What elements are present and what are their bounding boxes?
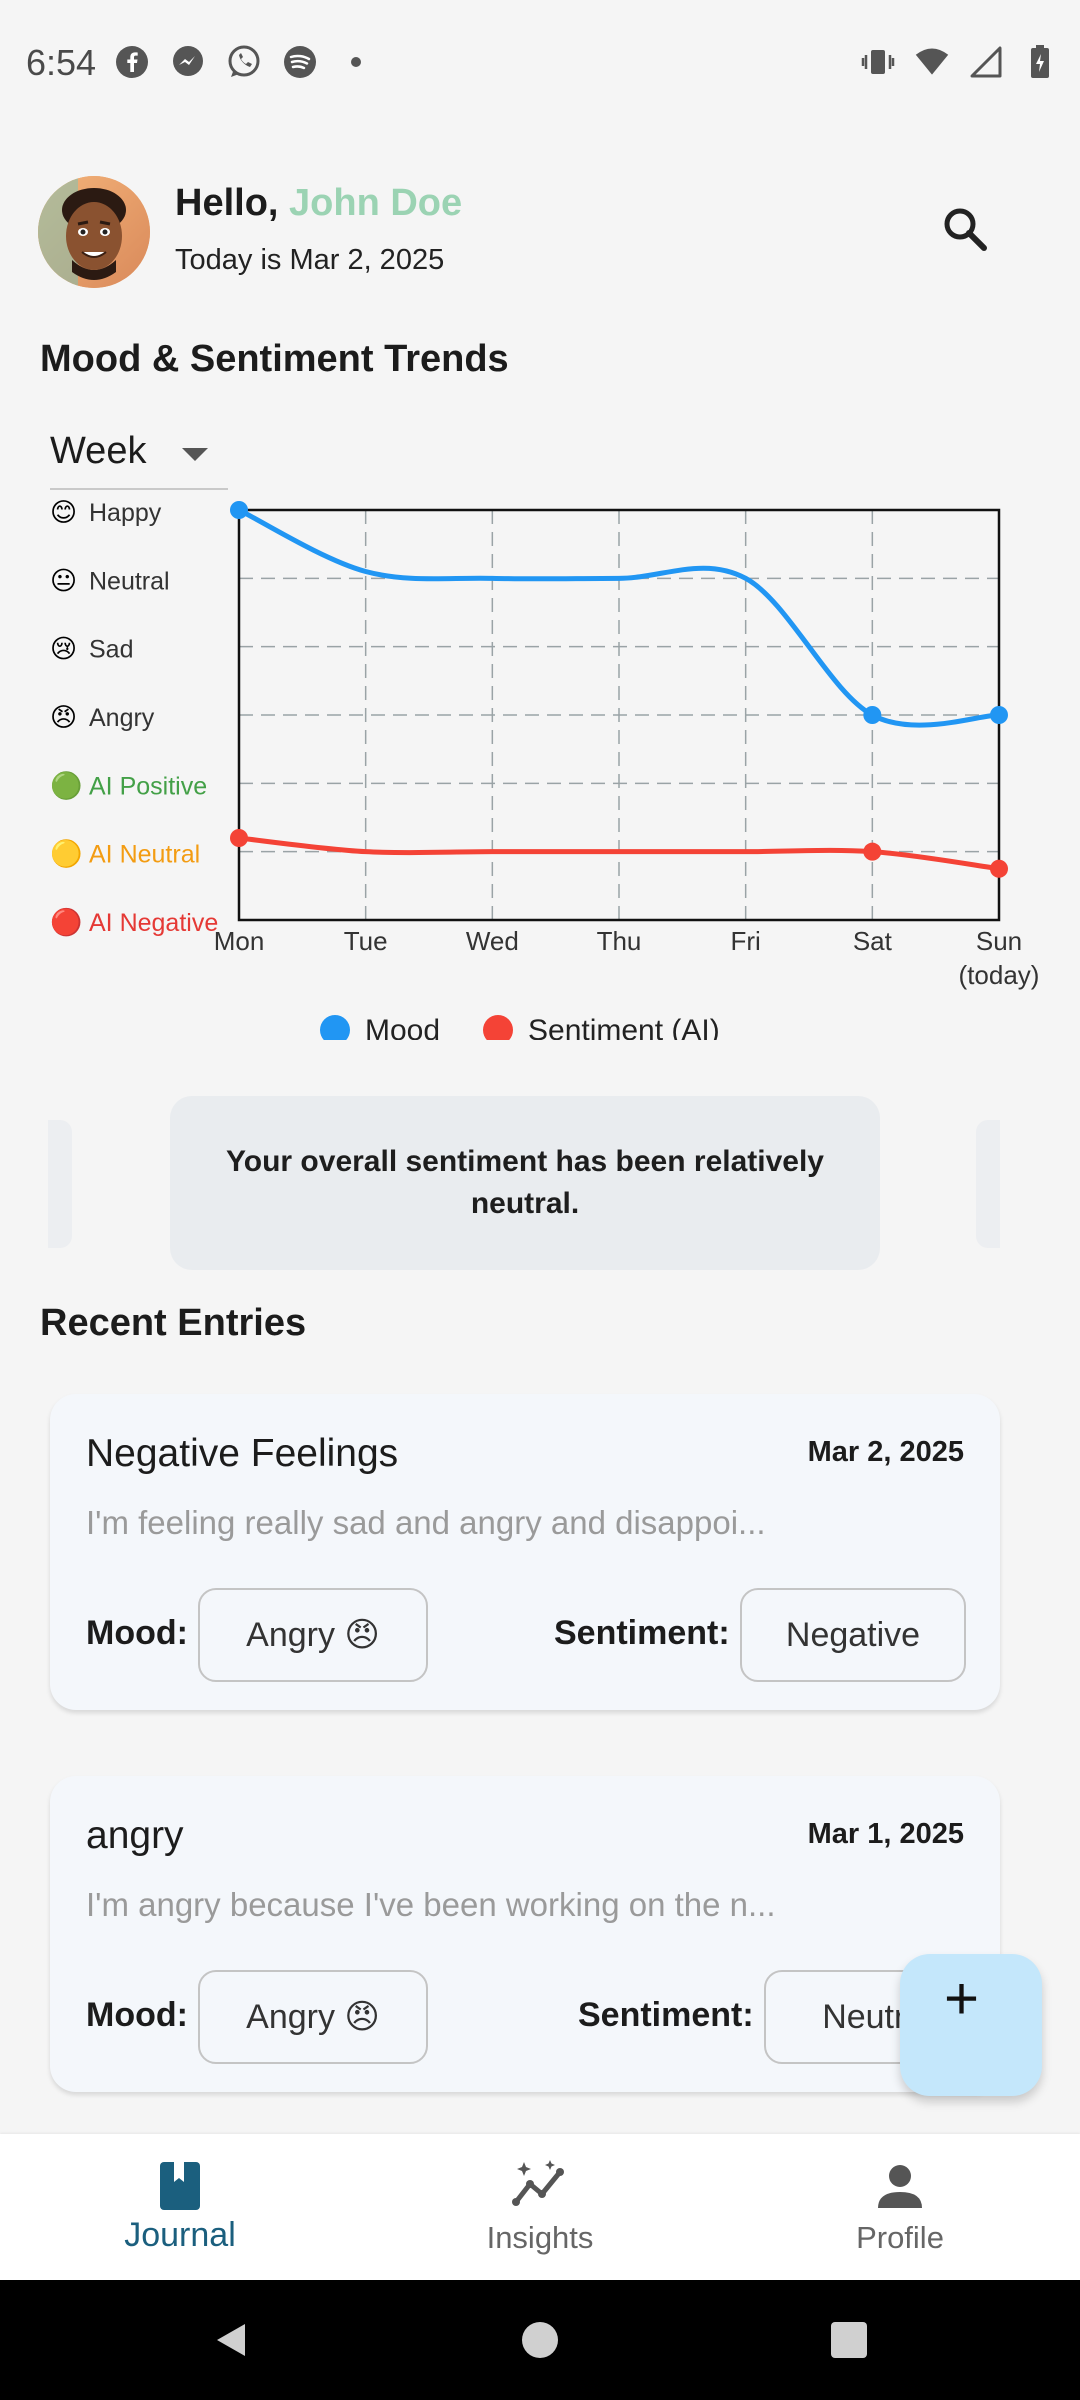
data-point xyxy=(990,859,1008,878)
spotify-icon xyxy=(282,44,318,80)
x-tick-label: Tue xyxy=(344,926,388,956)
profile-icon xyxy=(878,2165,922,2208)
x-tick-label: Wed xyxy=(466,926,519,956)
facebook-icon xyxy=(114,44,150,80)
notification-icons xyxy=(114,44,374,80)
system-status-icons xyxy=(860,44,1058,80)
data-point xyxy=(863,706,882,724)
mood-label: Mood: xyxy=(86,1614,188,1652)
avatar[interactable] xyxy=(38,176,150,288)
back-icon xyxy=(217,2324,245,2356)
x-tick-label: Sat xyxy=(853,926,893,956)
mood-chip: Angry 😠 xyxy=(198,1970,428,2064)
entry-title: Negative Feelings xyxy=(86,1432,399,1475)
sentiment-label: Sentiment: xyxy=(578,1996,754,2034)
legend-swatch xyxy=(483,1015,513,1040)
legend-swatch xyxy=(320,1015,350,1040)
user-name: John Doe xyxy=(289,182,463,224)
add-entry-button[interactable]: + xyxy=(900,1954,1042,2096)
data-point xyxy=(863,842,882,861)
nav-label: Journal xyxy=(124,2216,236,2254)
caret-down-icon xyxy=(182,448,208,461)
mood-label: Mood: xyxy=(86,1996,188,2034)
sentiment-chip: Negative xyxy=(740,1588,966,1682)
y-level-emoji: 🟢 xyxy=(50,770,82,801)
vibrate-icon xyxy=(860,44,896,80)
legend-label: Mood xyxy=(365,1014,440,1040)
y-tick-label: AI Negative xyxy=(89,909,218,937)
whatsapp-icon xyxy=(226,44,262,80)
x-tick-label: Thu xyxy=(597,926,642,956)
plus-icon: + xyxy=(944,1965,980,2032)
nav-profile[interactable]: Profile xyxy=(720,2134,1080,2280)
insight-text: Your overall sentiment has been relative… xyxy=(225,1145,824,1220)
entry-card[interactable]: Negative Feelings Mar 2, 2025 I'm feelin… xyxy=(50,1394,1000,1710)
dot-icon xyxy=(338,44,374,80)
y-level-emoji: 😊 xyxy=(50,498,77,528)
home-button[interactable] xyxy=(505,2280,575,2400)
nav-label: Profile xyxy=(856,2220,944,2255)
insights-icon xyxy=(512,2160,564,2206)
y-level-emoji: 🔴 xyxy=(50,907,82,938)
nav-label: Insights xyxy=(486,2220,594,2255)
period-value: Week xyxy=(50,430,147,472)
y-tick-label: Angry xyxy=(89,704,155,732)
sentiment-label: Sentiment: xyxy=(554,1614,730,1652)
insight-card[interactable]: Your overall sentiment has been relative… xyxy=(170,1096,880,1270)
greeting: Hello, John Doe xyxy=(175,182,462,225)
data-point xyxy=(230,501,248,519)
entry-date: Mar 1, 2025 xyxy=(807,1818,964,1850)
recent-entries-title: Recent Entries xyxy=(40,1302,307,1344)
search-button[interactable] xyxy=(936,200,996,260)
insight-card-next[interactable] xyxy=(976,1120,1000,1248)
signal-icon xyxy=(968,44,1004,80)
wifi-icon xyxy=(914,44,950,80)
trends-title: Mood & Sentiment Trends xyxy=(40,338,509,380)
messenger-icon xyxy=(170,44,206,80)
entry-date: Mar 2, 2025 xyxy=(807,1436,964,1468)
battery-icon xyxy=(1022,44,1058,80)
recents-icon xyxy=(831,2322,867,2358)
y-tick-label: AI Neutral xyxy=(89,841,200,869)
x-tick-label: Sun xyxy=(976,926,1022,956)
system-nav-bar xyxy=(0,2280,1080,2400)
data-point xyxy=(990,706,1008,724)
data-point xyxy=(230,829,248,847)
x-tick-label: Fri xyxy=(731,926,761,956)
y-level-emoji: 😠 xyxy=(50,703,77,733)
recents-button[interactable] xyxy=(814,2280,884,2400)
home-icon xyxy=(522,2322,558,2358)
y-level-emoji: 😐 xyxy=(50,566,77,596)
status-time: 6:54 xyxy=(26,42,97,83)
y-tick-label: Happy xyxy=(89,499,162,527)
x-tick-label: Mon xyxy=(214,926,265,956)
greeting-prefix: Hello, xyxy=(175,182,290,224)
entry-preview: I'm feeling really sad and angry and dis… xyxy=(86,1504,766,1541)
legend-label: Sentiment (AI) xyxy=(528,1014,720,1040)
bottom-nav: Journal Insights Profile xyxy=(0,2134,1080,2280)
today-date: Today is Mar 2, 2025 xyxy=(175,244,445,276)
journal-icon xyxy=(160,2162,200,2210)
search-icon xyxy=(944,208,987,251)
status-bar: 6:54 xyxy=(0,0,1080,130)
x-tick-label: (today) xyxy=(959,960,1040,990)
y-level-emoji: 😢 xyxy=(50,635,77,665)
entry-preview: I'm angry because I've been working on t… xyxy=(86,1886,776,1923)
y-tick-label: Sad xyxy=(89,636,133,664)
back-button[interactable] xyxy=(196,2280,266,2400)
y-tick-label: Neutral xyxy=(89,567,170,595)
y-tick-label: AI Positive xyxy=(89,772,207,800)
nav-insights[interactable]: Insights xyxy=(360,2134,720,2280)
nav-journal[interactable]: Journal xyxy=(0,2134,360,2280)
entry-card[interactable]: angry Mar 1, 2025 I'm angry because I've… xyxy=(50,1776,1000,2092)
mood-chip: Angry 😠 xyxy=(198,1588,428,1682)
mood-sentiment-chart: 😊 Happy😐 Neutral😢 Sad😠 Angry🟢 AI Positive🟡 AI … xyxy=(50,488,1040,1040)
insight-card-prev[interactable] xyxy=(48,1120,72,1248)
y-level-emoji: 🟡 xyxy=(50,839,82,870)
entry-title: angry xyxy=(86,1814,184,1857)
